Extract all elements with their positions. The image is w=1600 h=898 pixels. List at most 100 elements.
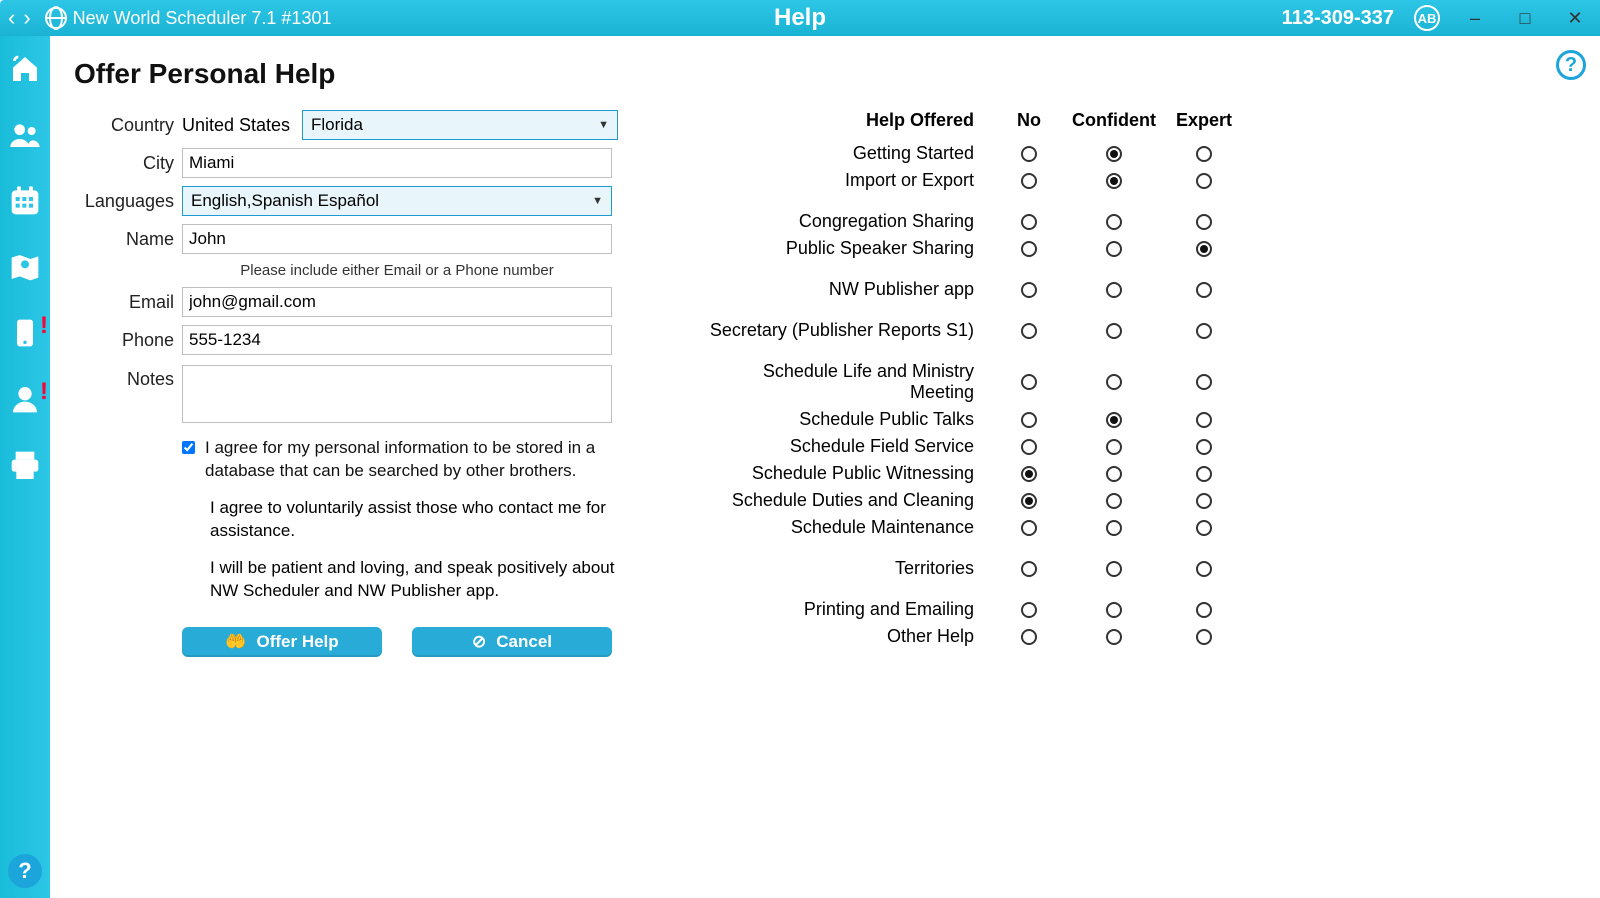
skill-radio-no[interactable] [994, 214, 1064, 230]
skill-radio-confident[interactable] [1064, 241, 1164, 257]
offer-help-label: Offer Help [256, 632, 338, 652]
minimize-button[interactable]: – [1460, 8, 1490, 29]
skill-radio-no[interactable] [994, 466, 1064, 482]
skill-radio-expert[interactable] [1164, 374, 1244, 390]
skill-radio-no[interactable] [994, 561, 1064, 577]
skill-label: Schedule Public Witnessing [694, 463, 994, 484]
calendar-icon[interactable] [8, 184, 42, 218]
skill-label: Secretary (Publisher Reports S1) [694, 320, 994, 341]
skills-table: Help Offered No Confident Expert Getting… [694, 110, 1244, 657]
skill-radio-confident[interactable] [1064, 374, 1164, 390]
cancel-button[interactable]: ⊘ Cancel [412, 627, 612, 657]
skill-radio-confident[interactable] [1064, 493, 1164, 509]
home-icon[interactable] [8, 52, 42, 86]
skill-radio-no[interactable] [994, 323, 1064, 339]
maximize-button[interactable]: □ [1510, 8, 1540, 29]
heart-hand-icon: 🤲 [225, 632, 246, 652]
close-button[interactable]: ✕ [1560, 8, 1590, 29]
user-badge[interactable]: AB [1414, 5, 1440, 31]
skill-radio-confident[interactable] [1064, 173, 1164, 189]
agree-checkbox[interactable] [182, 441, 195, 454]
skills-col-confident: Confident [1064, 110, 1164, 131]
languages-dropdown[interactable]: English,Spanish Español ▼ [182, 186, 612, 216]
skill-row: NW Publisher app [694, 279, 1244, 300]
skill-row: Secretary (Publisher Reports S1) [694, 320, 1244, 341]
window-title: Help [774, 4, 826, 32]
skill-radio-confident[interactable] [1064, 561, 1164, 577]
skill-radio-no[interactable] [994, 374, 1064, 390]
skill-row: Schedule Life and Ministry Meeting [694, 361, 1244, 403]
skill-radio-expert[interactable] [1164, 629, 1244, 645]
phone-input[interactable] [182, 325, 612, 355]
forward-button[interactable]: › [19, 5, 34, 31]
skill-radio-confident[interactable] [1064, 602, 1164, 618]
skill-radio-expert[interactable] [1164, 520, 1244, 536]
skill-radio-no[interactable] [994, 493, 1064, 509]
printer-icon[interactable] [8, 448, 42, 482]
skill-label: Schedule Maintenance [694, 517, 994, 538]
skill-radio-confident[interactable] [1064, 323, 1164, 339]
skill-radio-expert[interactable] [1164, 282, 1244, 298]
skill-radio-confident[interactable] [1064, 629, 1164, 645]
city-input[interactable] [182, 148, 612, 178]
skill-radio-expert[interactable] [1164, 493, 1244, 509]
skill-radio-expert[interactable] [1164, 466, 1244, 482]
personal-help-form: Country United States Florida ▼ City Lan… [74, 110, 634, 657]
skill-radio-confident[interactable] [1064, 214, 1164, 230]
skill-radio-expert[interactable] [1164, 323, 1244, 339]
skill-label: Congregation Sharing [694, 211, 994, 232]
skill-radio-no[interactable] [994, 282, 1064, 298]
skill-radio-expert[interactable] [1164, 214, 1244, 230]
skill-row: Congregation Sharing [694, 211, 1244, 232]
skill-radio-no[interactable] [994, 412, 1064, 428]
skills-col-label: Help Offered [694, 110, 994, 131]
cancel-label: Cancel [496, 632, 552, 652]
back-button[interactable]: ‹ [4, 5, 19, 31]
skill-radio-no[interactable] [994, 173, 1064, 189]
state-dropdown[interactable]: Florida ▼ [302, 110, 618, 140]
skill-label: Public Speaker Sharing [694, 238, 994, 259]
page-help-icon[interactable]: ? [1556, 50, 1586, 80]
help-icon[interactable]: ? [8, 854, 42, 888]
notes-input[interactable] [182, 365, 612, 423]
skill-radio-no[interactable] [994, 439, 1064, 455]
skill-radio-expert[interactable] [1164, 561, 1244, 577]
name-input[interactable] [182, 224, 612, 254]
skill-radio-expert[interactable] [1164, 602, 1244, 618]
skill-radio-expert[interactable] [1164, 439, 1244, 455]
skill-radio-expert[interactable] [1164, 146, 1244, 162]
email-input[interactable] [182, 287, 612, 317]
skill-label: Schedule Life and Ministry Meeting [694, 361, 994, 403]
skill-row: Schedule Public Talks [694, 409, 1244, 430]
app-name: New World Scheduler 7.1 #1301 [73, 8, 332, 29]
people-icon[interactable] [8, 118, 42, 152]
skill-radio-expert[interactable] [1164, 173, 1244, 189]
notes-label: Notes [74, 369, 174, 390]
skill-radio-confident[interactable] [1064, 146, 1164, 162]
skill-radio-expert[interactable] [1164, 412, 1244, 428]
skill-radio-no[interactable] [994, 146, 1064, 162]
skill-label: Import or Export [694, 170, 994, 191]
globe-icon[interactable] [45, 7, 67, 29]
skill-label: Other Help [694, 626, 994, 647]
phone-label: Phone [74, 330, 174, 351]
skill-label: Schedule Duties and Cleaning [694, 490, 994, 511]
device-icon[interactable]: ! [8, 316, 42, 350]
skill-radio-expert[interactable] [1164, 241, 1244, 257]
skill-radio-no[interactable] [994, 520, 1064, 536]
titlebar: ‹ › New World Scheduler 7.1 #1301 Help 1… [0, 0, 1600, 36]
map-icon[interactable] [8, 250, 42, 284]
skill-row: Getting Started [694, 143, 1244, 164]
skill-radio-confident[interactable] [1064, 520, 1164, 536]
skill-radio-no[interactable] [994, 241, 1064, 257]
skill-radio-no[interactable] [994, 629, 1064, 645]
skill-row: Schedule Duties and Cleaning [694, 490, 1244, 511]
skill-radio-confident[interactable] [1064, 466, 1164, 482]
agree-text-3: I will be patient and loving, and speak … [210, 557, 640, 603]
offer-help-button[interactable]: 🤲 Offer Help [182, 627, 382, 657]
person-icon[interactable]: ! [8, 382, 42, 416]
skill-radio-confident[interactable] [1064, 282, 1164, 298]
skill-radio-confident[interactable] [1064, 439, 1164, 455]
skill-radio-confident[interactable] [1064, 412, 1164, 428]
skill-radio-no[interactable] [994, 602, 1064, 618]
